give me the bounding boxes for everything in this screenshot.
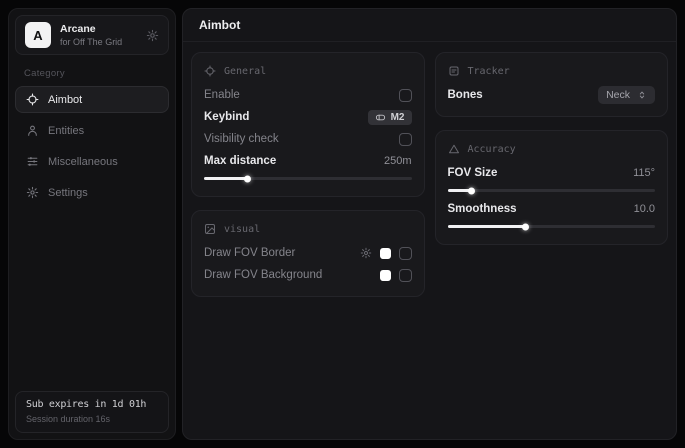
draw-fov-background-row: Draw FOV Background — [204, 264, 412, 286]
app-logo: A — [25, 22, 51, 48]
session-duration-text: Session duration 16s — [26, 414, 158, 424]
smoothness-slider-fill — [448, 225, 527, 228]
sidebar: A Arcane for Off The Grid Category Aimbo… — [8, 8, 176, 440]
app-logo-letter: A — [33, 28, 42, 43]
right-column: Tracker Bones Neck — [435, 52, 669, 245]
tracker-card-title: Tracker — [468, 66, 510, 77]
tracker-card: Tracker Bones Neck — [435, 52, 669, 117]
bones-label: Bones — [448, 89, 483, 101]
gear-icon — [26, 186, 39, 199]
sidebar-item-label: Entities — [48, 125, 84, 137]
sidebar-item-miscellaneous[interactable]: Miscellaneous — [15, 148, 169, 175]
max-distance-row: Max distance 250m — [204, 150, 412, 172]
accuracy-card-title: Accuracy — [468, 144, 516, 155]
crosshair-icon — [26, 93, 39, 106]
keybind-button[interactable]: M2 — [368, 110, 412, 125]
fov-size-slider-thumb[interactable] — [468, 187, 475, 194]
bones-selected-value: Neck — [606, 89, 630, 101]
max-distance-slider-thumb[interactable] — [244, 175, 251, 182]
fov-border-checkbox[interactable] — [399, 247, 412, 260]
settings-gear-icon[interactable] — [146, 29, 159, 42]
sliders-icon — [26, 155, 39, 168]
fov-background-checkbox[interactable] — [399, 269, 412, 282]
general-card-header: General — [204, 62, 412, 84]
content-area: General Enable Keybind — [183, 42, 676, 307]
bones-select-button[interactable]: Neck — [598, 86, 655, 104]
general-card-title: General — [224, 66, 266, 77]
general-card: General Enable Keybind — [191, 52, 425, 197]
subscription-status-box: Sub expires in 1d 01h Session duration 1… — [15, 391, 169, 433]
sidebar-item-label: Settings — [48, 187, 88, 199]
crosshair-icon — [204, 65, 216, 77]
max-distance-value: 250m — [384, 155, 412, 167]
draw-fov-border-label: Draw FOV Border — [204, 247, 295, 259]
fov-border-color-swatch[interactable] — [380, 248, 391, 259]
fov-size-label: FOV Size — [448, 167, 498, 179]
sidebar-item-settings[interactable]: Settings — [15, 179, 169, 206]
app-subtitle: for Off The Grid — [60, 37, 122, 47]
scan-icon — [448, 65, 460, 77]
sidebar-nav: Aimbot Entities Miscellaneous — [9, 86, 175, 206]
mouse-icon — [375, 112, 386, 123]
visibility-check-checkbox[interactable] — [399, 133, 412, 146]
keybind-label: Keybind — [204, 111, 249, 123]
smoothness-row: Smoothness 10.0 — [448, 198, 656, 220]
visibility-check-label: Visibility check — [204, 133, 279, 145]
app-title: Arcane — [60, 23, 122, 35]
visibility-check-row: Visibility check — [204, 128, 412, 150]
sidebar-item-label: Aimbot — [48, 94, 82, 106]
sidebar-item-aimbot[interactable]: Aimbot — [15, 86, 169, 113]
triangle-icon — [448, 143, 460, 155]
max-distance-slider[interactable] — [204, 177, 412, 180]
smoothness-label: Smoothness — [448, 203, 517, 215]
visual-card-title: visual — [224, 224, 260, 235]
keybind-value: M2 — [391, 112, 405, 123]
category-label: Category — [24, 68, 160, 79]
smoothness-value: 10.0 — [634, 203, 655, 215]
main-panel: Aimbot General Enable — [182, 8, 677, 440]
fov-border-settings-gear-icon[interactable] — [360, 247, 372, 259]
visual-card: visual Draw FOV Border — [191, 210, 425, 297]
fov-size-value: 115° — [633, 167, 655, 179]
image-icon — [204, 223, 216, 235]
fov-size-row: FOV Size 115° — [448, 162, 656, 184]
smoothness-slider-thumb[interactable] — [522, 223, 529, 230]
enable-checkbox[interactable] — [399, 89, 412, 102]
left-column: General Enable Keybind — [191, 52, 425, 297]
max-distance-label: Max distance — [204, 155, 276, 167]
page-header: Aimbot — [183, 9, 676, 42]
visual-card-header: visual — [204, 220, 412, 242]
app-header: A Arcane for Off The Grid — [15, 15, 169, 55]
enable-row: Enable — [204, 84, 412, 106]
max-distance-slider-fill — [204, 177, 248, 180]
accuracy-card-header: Accuracy — [448, 140, 656, 162]
smoothness-slider[interactable] — [448, 225, 656, 228]
bones-row: Bones Neck — [448, 84, 656, 106]
enable-label: Enable — [204, 89, 240, 101]
person-icon — [26, 124, 39, 137]
sub-expires-text: Sub expires in 1d 01h — [26, 399, 158, 410]
fov-background-color-swatch[interactable] — [380, 270, 391, 281]
page-title: Aimbot — [199, 18, 240, 32]
sidebar-item-entities[interactable]: Entities — [15, 117, 169, 144]
fov-size-slider[interactable] — [448, 189, 656, 192]
accuracy-card: Accuracy FOV Size 115° Smoothness 10.0 — [435, 130, 669, 245]
updown-chevron-icon — [637, 90, 647, 100]
draw-fov-background-label: Draw FOV Background — [204, 269, 322, 281]
fov-size-slider-fill — [448, 189, 473, 192]
sidebar-item-label: Miscellaneous — [48, 156, 118, 168]
tracker-card-header: Tracker — [448, 62, 656, 84]
draw-fov-border-row: Draw FOV Border — [204, 242, 412, 264]
keybind-row: Keybind M2 — [204, 106, 412, 128]
